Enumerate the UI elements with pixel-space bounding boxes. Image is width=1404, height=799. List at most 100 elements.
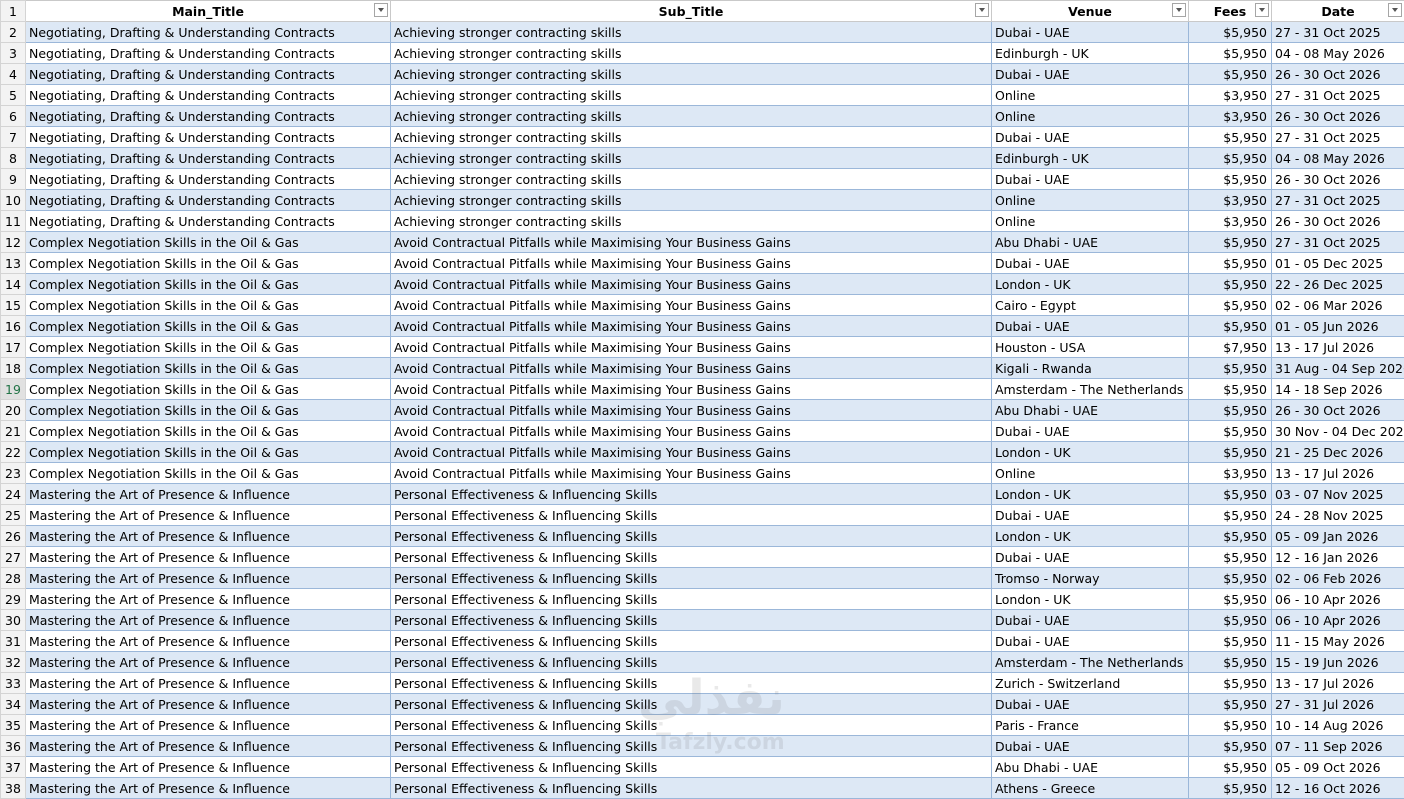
cell-sub-title[interactable]: Avoid Contractual Pitfalls while Maximis…	[391, 337, 992, 358]
cell-main-title[interactable]: Negotiating, Drafting & Understanding Co…	[26, 190, 391, 211]
cell-main-title[interactable]: Mastering the Art of Presence & Influenc…	[26, 631, 391, 652]
row-number[interactable]: 7	[1, 127, 26, 148]
cell-sub-title[interactable]: Avoid Contractual Pitfalls while Maximis…	[391, 358, 992, 379]
row-number[interactable]: 2	[1, 22, 26, 43]
cell-sub-title[interactable]: Achieving stronger contracting skills	[391, 127, 992, 148]
cell-main-title[interactable]: Complex Negotiation Skills in the Oil & …	[26, 316, 391, 337]
cell-date[interactable]: 15 - 19 Jun 2026	[1272, 652, 1404, 673]
cell-main-title[interactable]: Mastering the Art of Presence & Influenc…	[26, 568, 391, 589]
cell-fees[interactable]: $5,950	[1189, 673, 1272, 694]
row-number[interactable]: 5	[1, 85, 26, 106]
column-header-date[interactable]: Date	[1272, 1, 1404, 22]
row-number[interactable]: 25	[1, 505, 26, 526]
cell-date[interactable]: 26 - 30 Oct 2026	[1272, 106, 1404, 127]
cell-main-title[interactable]: Complex Negotiation Skills in the Oil & …	[26, 253, 391, 274]
cell-fees[interactable]: $5,950	[1189, 715, 1272, 736]
cell-venue[interactable]: Dubai - UAE	[992, 505, 1189, 526]
cell-venue[interactable]: London - UK	[992, 526, 1189, 547]
cell-date[interactable]: 27 - 31 Oct 2025	[1272, 22, 1404, 43]
cell-fees[interactable]: $5,950	[1189, 631, 1272, 652]
row-number[interactable]: 18	[1, 358, 26, 379]
cell-sub-title[interactable]: Achieving stronger contracting skills	[391, 106, 992, 127]
cell-date[interactable]: 24 - 28 Nov 2025	[1272, 505, 1404, 526]
cell-date[interactable]: 27 - 31 Oct 2025	[1272, 232, 1404, 253]
cell-date[interactable]: 01 - 05 Dec 2025	[1272, 253, 1404, 274]
cell-date[interactable]: 21 - 25 Dec 2026	[1272, 442, 1404, 463]
cell-sub-title[interactable]: Personal Effectiveness & Influencing Ski…	[391, 715, 992, 736]
cell-main-title[interactable]: Complex Negotiation Skills in the Oil & …	[26, 295, 391, 316]
cell-venue[interactable]: Dubai - UAE	[992, 22, 1189, 43]
row-number[interactable]: 27	[1, 547, 26, 568]
row-number[interactable]: 9	[1, 169, 26, 190]
cell-fees[interactable]: $3,950	[1189, 106, 1272, 127]
row-number[interactable]: 32	[1, 652, 26, 673]
cell-main-title[interactable]: Mastering the Art of Presence & Influenc…	[26, 589, 391, 610]
cell-venue[interactable]: London - UK	[992, 589, 1189, 610]
row-number[interactable]: 10	[1, 190, 26, 211]
cell-sub-title[interactable]: Personal Effectiveness & Influencing Ski…	[391, 589, 992, 610]
cell-fees[interactable]: $5,950	[1189, 316, 1272, 337]
cell-fees[interactable]: $5,950	[1189, 736, 1272, 757]
cell-venue[interactable]: Edinburgh - UK	[992, 43, 1189, 64]
cell-main-title[interactable]: Complex Negotiation Skills in the Oil & …	[26, 232, 391, 253]
column-header-fees[interactable]: Fees	[1189, 1, 1272, 22]
cell-venue[interactable]: Dubai - UAE	[992, 127, 1189, 148]
cell-date[interactable]: 13 - 17 Jul 2026	[1272, 337, 1404, 358]
cell-main-title[interactable]: Negotiating, Drafting & Understanding Co…	[26, 211, 391, 232]
cell-fees[interactable]: $5,950	[1189, 505, 1272, 526]
cell-fees[interactable]: $5,950	[1189, 253, 1272, 274]
cell-sub-title[interactable]: Avoid Contractual Pitfalls while Maximis…	[391, 421, 992, 442]
cell-sub-title[interactable]: Personal Effectiveness & Influencing Ski…	[391, 778, 992, 799]
cell-sub-title[interactable]: Personal Effectiveness & Influencing Ski…	[391, 631, 992, 652]
cell-venue[interactable]: Cairo - Egypt	[992, 295, 1189, 316]
cell-date[interactable]: 27 - 31 Jul 2026	[1272, 694, 1404, 715]
cell-date[interactable]: 27 - 31 Oct 2025	[1272, 127, 1404, 148]
cell-sub-title[interactable]: Avoid Contractual Pitfalls while Maximis…	[391, 463, 992, 484]
row-number[interactable]: 15	[1, 295, 26, 316]
cell-main-title[interactable]: Mastering the Art of Presence & Influenc…	[26, 757, 391, 778]
cell-main-title[interactable]: Mastering the Art of Presence & Influenc…	[26, 547, 391, 568]
cell-venue[interactable]: Online	[992, 190, 1189, 211]
cell-date[interactable]: 07 - 11 Sep 2026	[1272, 736, 1404, 757]
cell-venue[interactable]: Abu Dhabi - UAE	[992, 400, 1189, 421]
cell-fees[interactable]: $5,950	[1189, 526, 1272, 547]
cell-venue[interactable]: Zurich - Switzerland	[992, 673, 1189, 694]
cell-fees[interactable]: $5,950	[1189, 43, 1272, 64]
cell-sub-title[interactable]: Achieving stronger contracting skills	[391, 148, 992, 169]
cell-sub-title[interactable]: Achieving stronger contracting skills	[391, 43, 992, 64]
cell-sub-title[interactable]: Achieving stronger contracting skills	[391, 85, 992, 106]
column-header-sub-title[interactable]: Sub_Title	[391, 1, 992, 22]
cell-main-title[interactable]: Mastering the Art of Presence & Influenc…	[26, 694, 391, 715]
cell-fees[interactable]: $5,950	[1189, 148, 1272, 169]
cell-sub-title[interactable]: Personal Effectiveness & Influencing Ski…	[391, 568, 992, 589]
row-number[interactable]: 34	[1, 694, 26, 715]
row-number[interactable]: 29	[1, 589, 26, 610]
cell-main-title[interactable]: Complex Negotiation Skills in the Oil & …	[26, 379, 391, 400]
cell-main-title[interactable]: Mastering the Art of Presence & Influenc…	[26, 736, 391, 757]
cell-fees[interactable]: $5,950	[1189, 547, 1272, 568]
cell-venue[interactable]: Dubai - UAE	[992, 169, 1189, 190]
cell-fees[interactable]: $5,950	[1189, 64, 1272, 85]
cell-fees[interactable]: $3,950	[1189, 190, 1272, 211]
cell-venue[interactable]: Athens - Greece	[992, 778, 1189, 799]
cell-main-title[interactable]: Mastering the Art of Presence & Influenc…	[26, 610, 391, 631]
cell-fees[interactable]: $5,950	[1189, 694, 1272, 715]
cell-sub-title[interactable]: Achieving stronger contracting skills	[391, 64, 992, 85]
cell-date[interactable]: 11 - 15 May 2026	[1272, 631, 1404, 652]
cell-venue[interactable]: Kigali - Rwanda	[992, 358, 1189, 379]
cell-sub-title[interactable]: Avoid Contractual Pitfalls while Maximis…	[391, 316, 992, 337]
cell-main-title[interactable]: Mastering the Art of Presence & Influenc…	[26, 484, 391, 505]
cell-main-title[interactable]: Complex Negotiation Skills in the Oil & …	[26, 358, 391, 379]
cell-sub-title[interactable]: Personal Effectiveness & Influencing Ski…	[391, 610, 992, 631]
column-header-main-title[interactable]: Main_Title	[26, 1, 391, 22]
cell-fees[interactable]: $5,950	[1189, 295, 1272, 316]
row-number[interactable]: 13	[1, 253, 26, 274]
cell-main-title[interactable]: Negotiating, Drafting & Understanding Co…	[26, 43, 391, 64]
cell-date[interactable]: 26 - 30 Oct 2026	[1272, 400, 1404, 421]
cell-date[interactable]: 01 - 05 Jun 2026	[1272, 316, 1404, 337]
row-number[interactable]: 26	[1, 526, 26, 547]
cell-sub-title[interactable]: Avoid Contractual Pitfalls while Maximis…	[391, 442, 992, 463]
row-number[interactable]: 22	[1, 442, 26, 463]
cell-sub-title[interactable]: Personal Effectiveness & Influencing Ski…	[391, 484, 992, 505]
cell-venue[interactable]: Dubai - UAE	[992, 316, 1189, 337]
